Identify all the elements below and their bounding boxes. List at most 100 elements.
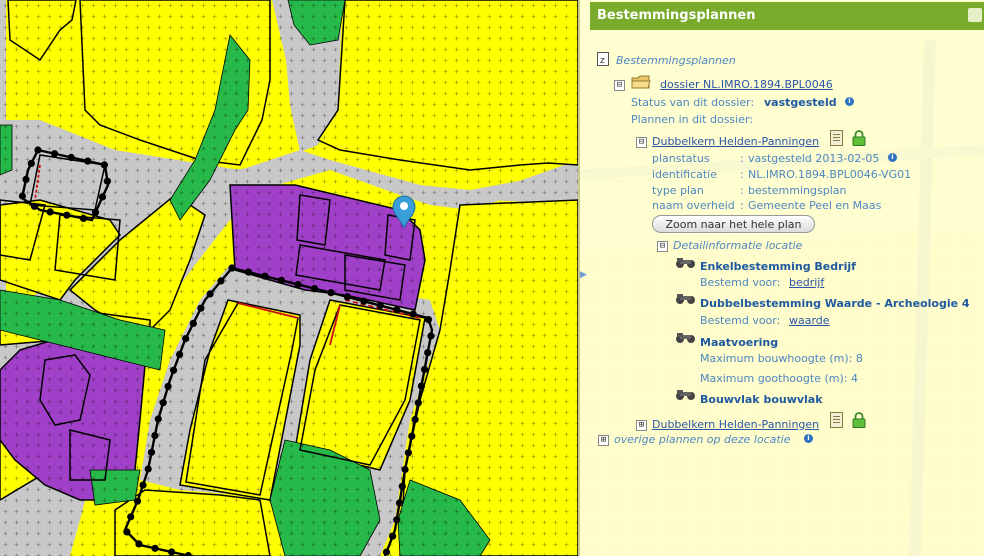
detail-link-waarde[interactable]: waarde bbox=[789, 314, 830, 327]
panel-close-icon[interactable] bbox=[968, 8, 982, 22]
boundary-dot bbox=[389, 532, 397, 540]
plan-row-label: naam overheid bbox=[652, 199, 735, 212]
boundary-dot bbox=[261, 272, 269, 280]
book-icon[interactable] bbox=[830, 130, 843, 146]
boundary-dot bbox=[79, 214, 88, 222]
plan-link[interactable]: Dubbelkern Helden-Panningen bbox=[652, 135, 819, 148]
book-icon[interactable] bbox=[830, 412, 843, 428]
boundary-dot bbox=[84, 157, 92, 165]
boundary-dot bbox=[147, 448, 156, 456]
other-plans-expand-toggle[interactable]: ⊞ bbox=[598, 435, 609, 446]
detail-title: Enkelbestemming Bedrijf bbox=[700, 260, 856, 273]
boundary-dot bbox=[310, 285, 319, 293]
binoculars-icon[interactable] bbox=[675, 332, 697, 344]
detail-title: Maatvoering bbox=[700, 336, 779, 349]
plan-row-sep: : bbox=[740, 168, 744, 181]
boundary-dot bbox=[139, 481, 147, 489]
boundary-dot bbox=[170, 366, 178, 374]
boundary-dot bbox=[228, 264, 236, 272]
binoculars-icon[interactable] bbox=[675, 293, 697, 305]
boundary-dot bbox=[34, 146, 42, 154]
boundary-dot bbox=[127, 513, 135, 521]
plan-row-sep: : bbox=[740, 152, 744, 165]
detail-line-label: Bestemd voor: bbox=[700, 314, 781, 327]
info-icon[interactable]: i bbox=[888, 153, 897, 162]
detail-title: Dubbelbestemming Waarde - Archeologie 4 bbox=[700, 297, 970, 310]
plan2-link[interactable]: Dubbelkern Helden-Panningen bbox=[652, 418, 819, 431]
boundary-dot bbox=[424, 349, 432, 357]
boundary-dot bbox=[164, 382, 172, 390]
boundary-dot bbox=[151, 432, 159, 440]
boundary-dot bbox=[393, 306, 401, 314]
plan-row-sep: : bbox=[740, 184, 744, 197]
other-plans-label[interactable]: overige plannen op deze locatie bbox=[614, 433, 791, 446]
dossier-link[interactable]: dossier NL.IMRO.1894.BPL0046 bbox=[660, 78, 833, 91]
detail-link-bedrijf[interactable]: bedrijf bbox=[789, 276, 824, 289]
boundary-dot bbox=[424, 316, 433, 324]
boundary-dot bbox=[376, 301, 384, 310]
detail-info-label: Detailinformatie locatie bbox=[673, 239, 803, 252]
info-icon[interactable]: i bbox=[845, 97, 854, 106]
plan-row-value: NL.IMRO.1894.BPL0046-VG01 bbox=[748, 168, 912, 181]
boundary-dot bbox=[395, 499, 404, 507]
panel-collapse-arrow-icon[interactable]: ▶ bbox=[580, 270, 587, 280]
doc-icon: z bbox=[597, 52, 609, 66]
lock-icon[interactable] bbox=[852, 130, 866, 146]
boundary-dot bbox=[217, 277, 225, 285]
zoom-to-plan-button[interactable]: Zoom naar het hele plan bbox=[652, 215, 815, 233]
boundary-dot bbox=[401, 465, 409, 474]
boundary-dot bbox=[427, 332, 435, 340]
boundary-dot bbox=[327, 289, 335, 297]
plan-row-label: planstatus bbox=[652, 152, 710, 165]
dossier-status-value: vastgesteld bbox=[764, 96, 837, 109]
info-icon[interactable]: i bbox=[804, 434, 813, 443]
panel-header: Bestemmingsplannen bbox=[590, 2, 984, 30]
plan-collapse-toggle[interactable]: ⊟ bbox=[636, 137, 647, 148]
plan-row-value: bestemmingsplan bbox=[748, 184, 847, 197]
plan-row-label: identificatie bbox=[652, 168, 718, 181]
boundary-dot bbox=[22, 175, 30, 183]
boundary-dot bbox=[67, 153, 75, 161]
boundary-dot bbox=[27, 159, 35, 167]
boundary-dot bbox=[91, 208, 100, 216]
boundary-dot bbox=[244, 268, 253, 276]
boundary-dot bbox=[154, 415, 162, 423]
boundary-dot bbox=[30, 202, 38, 210]
boundary-dot bbox=[133, 497, 142, 505]
boundary-dot bbox=[409, 310, 417, 318]
plans-in-dossier-label: Plannen in dit dossier: bbox=[631, 113, 754, 126]
boundary-dot bbox=[277, 276, 286, 284]
boundary-dot bbox=[63, 211, 71, 219]
boundary-dot bbox=[417, 382, 425, 390]
boundary-dot bbox=[408, 432, 416, 440]
boundary-dot bbox=[98, 193, 107, 201]
boundary-dot bbox=[404, 449, 412, 457]
tree-root-label: Bestemmingsplannen bbox=[616, 54, 736, 67]
boundary-dot bbox=[135, 540, 143, 548]
binoculars-icon[interactable] bbox=[675, 389, 697, 401]
detail-line-label: Maximum goothoogte (m): 4 bbox=[700, 372, 858, 385]
boundary-dot bbox=[421, 365, 429, 373]
plan-row-value: vastgesteld 2013-02-05 bbox=[748, 152, 880, 165]
zoning-plans-panel: ▶ Bestemmingsplannen z Bestemmingsplanne… bbox=[578, 0, 984, 556]
dossier-collapse-toggle[interactable]: ⊟ bbox=[614, 80, 625, 91]
boundary-dot bbox=[382, 548, 391, 556]
plan-row-label: type plan bbox=[652, 184, 704, 197]
plan2-expand-toggle[interactable]: ⊞ bbox=[636, 420, 647, 431]
boundary-dot bbox=[100, 161, 108, 169]
boundary-dot bbox=[144, 465, 152, 473]
detail-collapse-toggle[interactable]: ⊟ bbox=[657, 241, 668, 252]
binoculars-icon[interactable] bbox=[675, 257, 697, 269]
boundary-dot bbox=[51, 150, 59, 158]
lock-icon[interactable] bbox=[852, 412, 866, 428]
boundary-dot bbox=[343, 293, 351, 301]
plan-row-value: Gemeente Peel en Maas bbox=[748, 199, 882, 212]
folder-icon bbox=[631, 75, 651, 89]
panel-title: Bestemmingsplannen bbox=[597, 8, 756, 23]
boundary-dot bbox=[182, 335, 190, 343]
boundary-dot bbox=[103, 177, 111, 185]
boundary-dot bbox=[123, 528, 131, 536]
boundary-dot bbox=[18, 192, 26, 200]
boundary-dot bbox=[398, 482, 406, 490]
boundary-dot bbox=[168, 548, 176, 556]
